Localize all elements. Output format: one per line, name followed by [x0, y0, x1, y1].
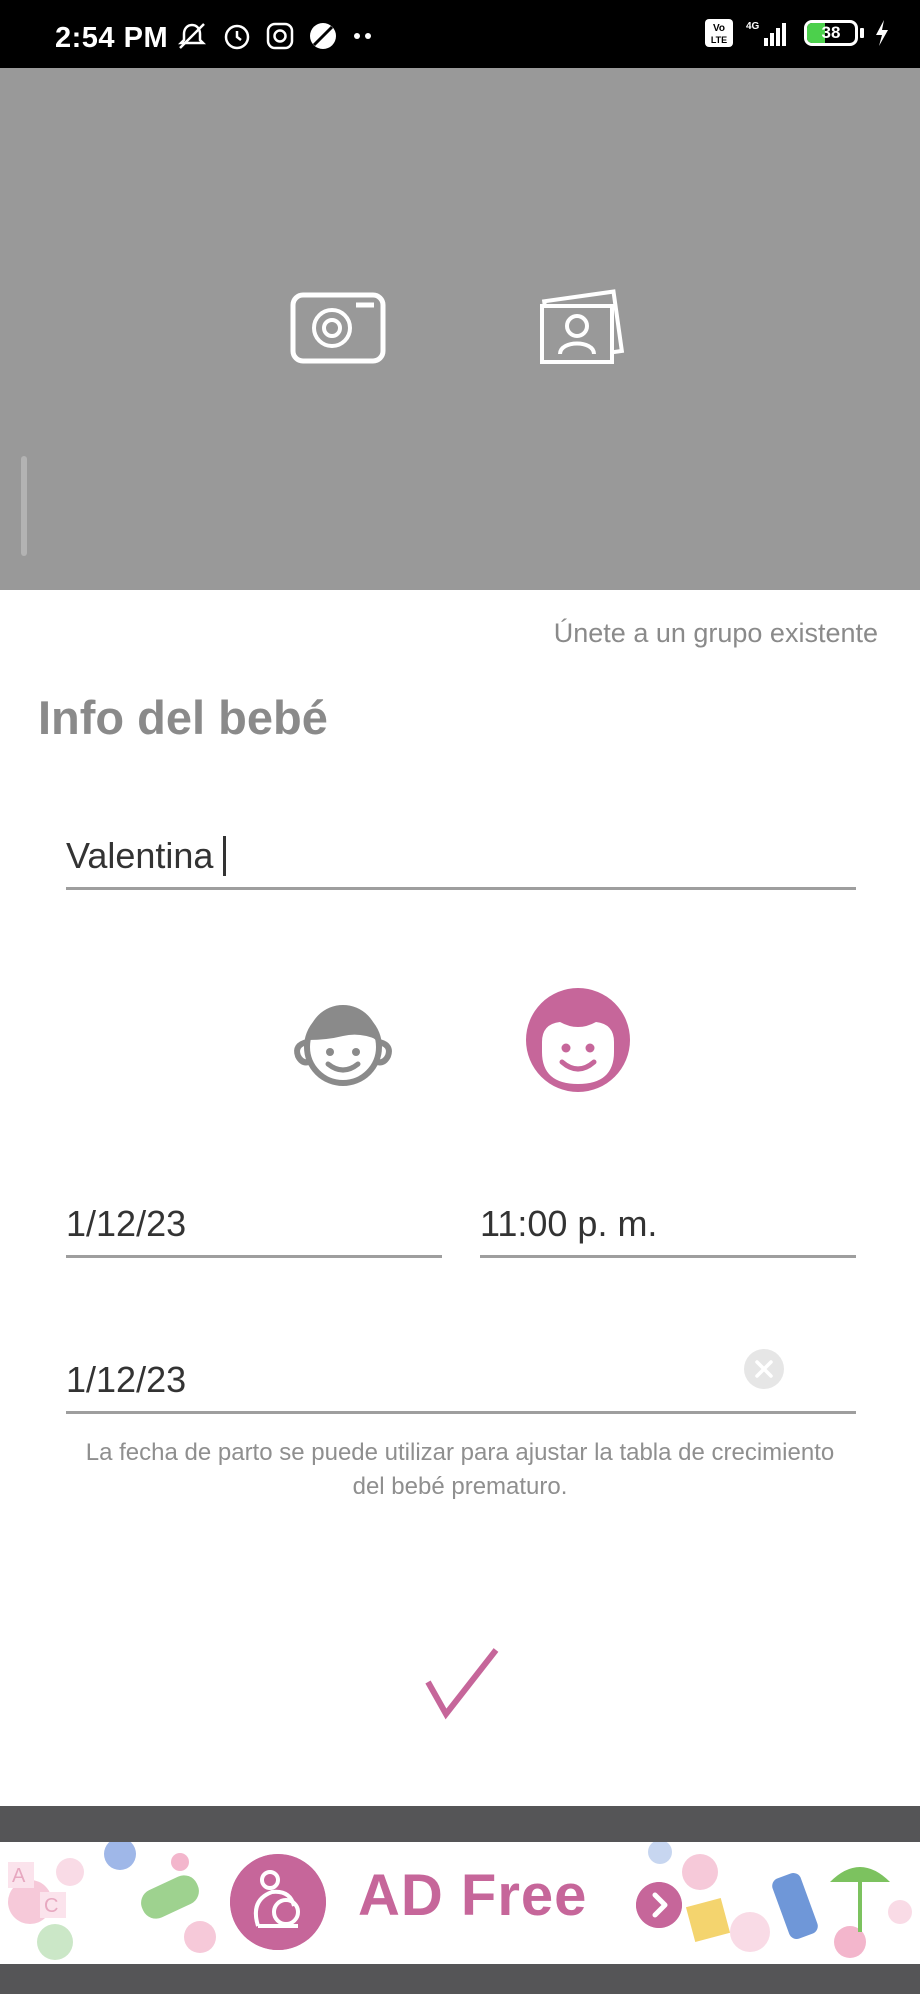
navigation-bar [0, 1964, 920, 1994]
svg-text:LTE: LTE [711, 35, 727, 45]
scroll-indicator [21, 456, 27, 556]
baby-name-input[interactable]: Valentina [66, 820, 856, 890]
status-bar: 2:54 PM Vo LTE 4G 38 [0, 0, 920, 68]
text-caret [223, 836, 227, 876]
due-date-hint: La fecha de parto se puede utilizar para… [85, 1439, 835, 1500]
clear-icon[interactable] [744, 1349, 784, 1389]
svg-text:4G: 4G [746, 21, 760, 32]
due-date-value: 1/12/23 [66, 1359, 187, 1400]
svg-text:Vo: Vo [713, 23, 725, 34]
volte-icon: Vo LTE [705, 19, 733, 47]
birth-date-field[interactable]: 1/12/23 [66, 1190, 442, 1258]
battery-level: 38 [821, 23, 841, 42]
status-time: 2:54 PM [55, 22, 169, 54]
baby-photo-area[interactable] [0, 68, 920, 590]
more-dots-icon [354, 33, 371, 39]
svg-text:C: C [44, 1895, 58, 1917]
instagram-icon [266, 22, 294, 50]
svg-text:A: A [12, 1865, 26, 1887]
ad-top-divider [0, 1806, 920, 1842]
alarm-icon [224, 24, 250, 50]
page-title: Info del bebé [38, 691, 328, 744]
camera-icon[interactable] [290, 292, 386, 364]
ad-free-text: AD Free [358, 1863, 588, 1928]
status-icons-right: Vo LTE 4G 38 [704, 18, 890, 48]
charging-icon [876, 20, 888, 46]
girl-gender-icon[interactable] [524, 986, 632, 1094]
join-group-link[interactable]: Únete a un grupo existente [554, 618, 878, 649]
boy-gender-icon[interactable] [284, 992, 402, 1092]
confirm-checkmark-icon[interactable] [424, 1644, 500, 1720]
ad-arrow-icon [636, 1882, 682, 1928]
due-date-field[interactable]: 1/12/23 [66, 1346, 856, 1414]
birth-date-value: 1/12/23 [66, 1203, 187, 1244]
birth-time-field[interactable]: 11:00 p. m. [480, 1190, 856, 1258]
ad-banner[interactable]: A C AD Free [0, 1842, 920, 1964]
baby-name-value: Valentina [66, 835, 227, 877]
photo-gallery-icon[interactable] [534, 286, 628, 372]
battery-icon: 38 [804, 20, 864, 46]
birth-time-value: 11:00 p. m. [480, 1203, 658, 1244]
ad-logo-icon [230, 1854, 326, 1950]
signal-4g-icon: 4G [746, 21, 786, 46]
app-icon [310, 23, 336, 49]
mute-icon [177, 23, 207, 49]
status-icons-left [176, 20, 374, 52]
